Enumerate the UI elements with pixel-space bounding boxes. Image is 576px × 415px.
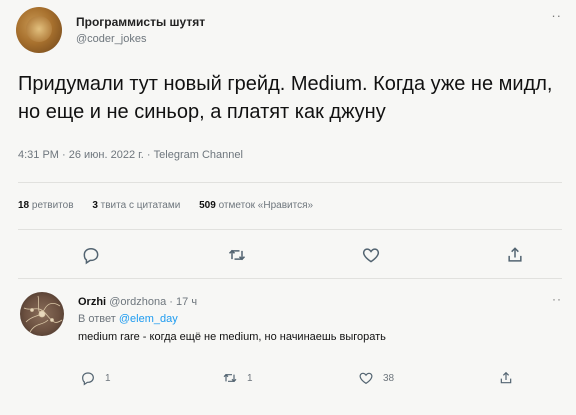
reply-tweet: Orzhi @ordzhona · 17 ч ·· В ответ @elem_…: [0, 286, 576, 415]
share-icon: [500, 371, 512, 384]
reply-to-handle[interactable]: @elem_day: [119, 313, 178, 325]
likes-label: отметок «Нравится»: [218, 200, 314, 211]
tweet-stats: 18 ретвитов 3 твита с цитатами 509 отмет…: [18, 200, 329, 211]
reply-icon: [82, 372, 94, 386]
likes-stat[interactable]: 509 отметок «Нравится»: [199, 200, 313, 211]
reply-to-prefix: В ответ: [78, 313, 116, 325]
reply-icon[interactable]: [80, 244, 102, 266]
divider: [18, 278, 562, 279]
author-handle[interactable]: @coder_jokes: [76, 33, 146, 45]
separator-dot: ·: [169, 296, 173, 308]
reply-to-line: В ответ @elem_day: [78, 313, 178, 325]
reply-like-button[interactable]: 38: [358, 370, 394, 386]
reply-reply-button[interactable]: 1: [80, 370, 111, 386]
reply-actions: 1 1 38: [0, 370, 576, 392]
quotes-stat[interactable]: 3 твита с цитатами: [92, 200, 180, 211]
reply-like-count: 38: [383, 372, 395, 384]
tweet-text: Придумали тут новый грейд. Medium. Когда…: [18, 73, 553, 123]
reply-author-handle[interactable]: @ordzhona: [109, 296, 166, 308]
main-tweet: Программисты шутят @coder_jokes ·· Приду…: [0, 0, 576, 280]
author-avatar[interactable]: [16, 7, 62, 53]
divider: [18, 182, 562, 183]
reply-text: medium rare - когда ещё не medium, но на…: [78, 331, 386, 343]
tweet-meta: 4:31 PM · 26 июн. 2022 г. · Telegram Cha…: [18, 149, 243, 161]
more-options-icon[interactable]: ··: [552, 292, 562, 306]
author-name[interactable]: Программисты шутят: [76, 15, 205, 29]
reply-retweet-count: 1: [247, 372, 253, 384]
reply-retweet-button[interactable]: 1: [222, 370, 253, 386]
reply-author-name[interactable]: Orzhi: [78, 296, 106, 308]
tweet-card: Программисты шутят @coder_jokes ·· Приду…: [0, 0, 576, 415]
reply-share-button[interactable]: [498, 370, 514, 386]
reply-time[interactable]: 17 ч: [176, 296, 197, 308]
likes-count: 509: [199, 200, 216, 211]
reply-avatar[interactable]: [20, 292, 64, 336]
retweet-icon[interactable]: [226, 244, 248, 266]
retweets-label: ретвитов: [31, 200, 74, 211]
quotes-label: твита с цитатами: [100, 200, 181, 211]
like-icon[interactable]: [360, 244, 382, 266]
tweet-actions: [0, 244, 576, 270]
divider: [18, 229, 562, 230]
more-options-icon[interactable]: ··: [551, 8, 562, 23]
quotes-count: 3: [92, 200, 98, 211]
retweet-icon: [223, 373, 237, 383]
retweets-stat[interactable]: 18 ретвитов: [18, 200, 74, 211]
reply-reply-count: 1: [105, 372, 111, 384]
share-icon[interactable]: [504, 244, 526, 266]
like-icon: [359, 372, 373, 385]
reply-header: Orzhi @ordzhona · 17 ч: [78, 296, 197, 308]
retweets-count: 18: [18, 200, 30, 211]
